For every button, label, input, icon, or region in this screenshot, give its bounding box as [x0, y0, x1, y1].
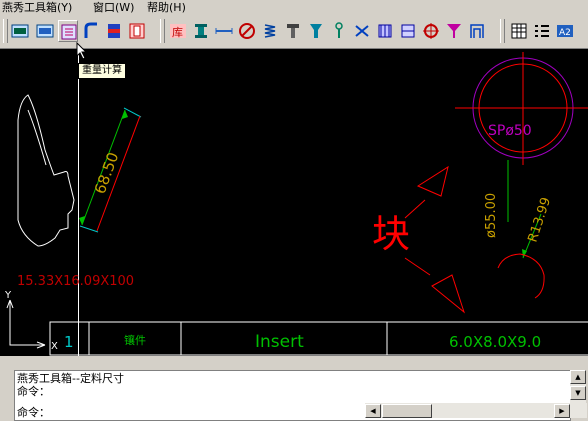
command-line-1: 燕秀工具箱--定料尺寸	[17, 372, 124, 385]
screw-icon[interactable]	[283, 20, 303, 42]
bearing-2-icon[interactable]	[398, 20, 418, 42]
ucs-axis-icon	[9, 300, 45, 346]
table-cell-size: 6.0X8.0X9.0	[449, 333, 541, 351]
ucs-arrows	[6, 299, 46, 349]
bend-pipe-icon[interactable]	[81, 20, 101, 42]
weight-calc-c-icon[interactable]	[58, 20, 78, 42]
table-cell-name-cn: 镶件	[124, 333, 146, 347]
arrow-up-shaft	[404, 199, 426, 219]
svg-text:库: 库	[172, 26, 183, 39]
weight-calc-b-icon[interactable]	[35, 20, 55, 42]
dimension-icon[interactable]	[214, 20, 234, 42]
arrow-down-head	[431, 274, 465, 314]
spring-icon[interactable]	[260, 20, 280, 42]
drawing-canvas[interactable]: 68.50 15.33X16.09X100 SPø50 ø55.00 R13.9…	[0, 49, 588, 356]
dim-68-ext-line-bottom	[79, 225, 99, 233]
arc-r13[interactable]	[497, 253, 545, 299]
command-vertical-scrollbar[interactable]: ▲ ▼	[570, 370, 586, 404]
ucs-y-label: Y	[4, 290, 12, 301]
horizontal-scrollbar[interactable]: ◀ ▶	[365, 403, 587, 418]
command-prompt[interactable]: 命令：	[17, 406, 50, 419]
bolt-icon[interactable]	[306, 20, 326, 42]
toolbar-grip-3[interactable]	[500, 19, 505, 43]
funnel-icon[interactable]	[444, 20, 464, 42]
frame-icon[interactable]	[127, 20, 147, 42]
target-icon[interactable]	[237, 20, 257, 42]
a2-icon[interactable]: A2	[555, 20, 575, 42]
mold-icon[interactable]	[467, 20, 487, 42]
part-profile-shape[interactable]	[17, 94, 75, 247]
ucs-x-label: X	[51, 341, 58, 352]
block-size-text: 15.33X16.09X100	[17, 274, 134, 289]
menu-bar: 燕秀工具箱(Y) 窗口(W) 帮助(H)	[0, 0, 588, 15]
table-cell-index: 1	[64, 333, 74, 351]
arrow-down-shaft	[404, 257, 431, 276]
list-icon[interactable]	[532, 20, 552, 42]
scroll-down-icon[interactable]: ▼	[570, 386, 586, 400]
bearing-icon[interactable]	[375, 20, 395, 42]
toolbar: 库 A2	[0, 15, 588, 49]
mouse-cursor-icon	[76, 42, 88, 60]
library-icon[interactable]: 库	[168, 20, 188, 42]
command-line-2: 命令：	[17, 385, 50, 398]
scroll-up-icon[interactable]: ▲	[570, 370, 586, 384]
menu-yanxiu-toolbox[interactable]: 燕秀工具箱(Y)	[2, 0, 72, 15]
menu-window[interactable]: 窗口(W)	[93, 0, 134, 15]
scroll-thumb[interactable]	[382, 404, 432, 418]
dim-68-text: 68.50	[91, 150, 123, 197]
pin-icon[interactable]	[329, 20, 349, 42]
weight-calc-a-icon[interactable]	[10, 20, 30, 42]
hinge-icon[interactable]	[352, 20, 372, 42]
arrow-up-head	[416, 165, 449, 197]
table-icon[interactable]	[509, 20, 529, 42]
table-cell-name-en: Insert	[255, 332, 304, 352]
toolbar-grip-2[interactable]	[160, 19, 165, 43]
crosshair-icon[interactable]	[421, 20, 441, 42]
standard-part-icon[interactable]	[191, 20, 211, 42]
svg-text:A2: A2	[559, 28, 571, 38]
tooltip-weight-calc: 重量计算	[78, 63, 126, 79]
menu-help[interactable]: 帮助(H)	[147, 0, 186, 15]
dim-r13-text: R13.99	[526, 196, 555, 245]
toolbar-grip[interactable]	[3, 19, 8, 43]
plate-icon[interactable]	[104, 20, 124, 42]
dim-55-text: ø55.00	[484, 193, 499, 238]
scroll-right-icon[interactable]: ▶	[554, 404, 570, 418]
dim-sp50-text: SPø50	[488, 123, 532, 139]
block-label: 块	[372, 212, 410, 256]
scroll-left-icon[interactable]: ◀	[365, 404, 381, 418]
